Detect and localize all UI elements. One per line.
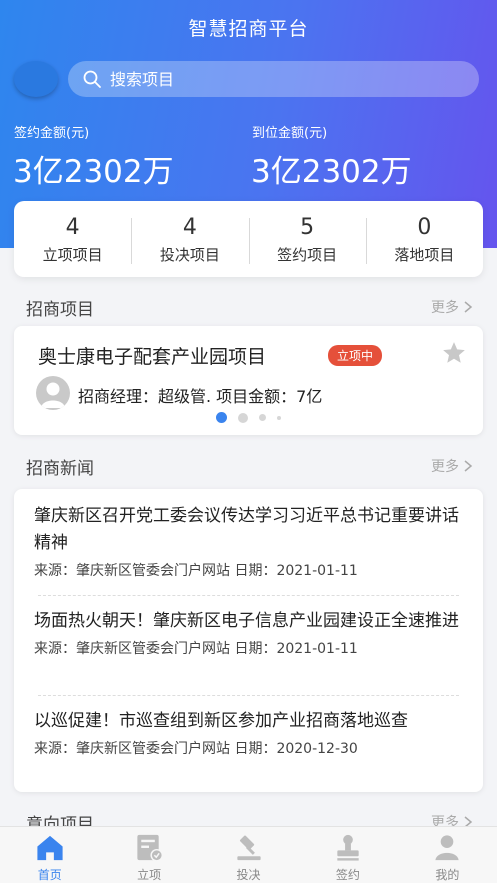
user-avatar[interactable] <box>14 61 58 97</box>
arrived-amount-value: 3亿2302万 <box>251 154 412 190</box>
stat-number: 4 <box>65 214 80 240</box>
bottom-tab-bar: 首页 立项 投决 签约 我的 <box>0 826 497 883</box>
more-link[interactable]: 更多 <box>431 456 473 476</box>
tab-label: 投决 <box>236 868 261 882</box>
search-icon <box>83 70 101 88</box>
tab-label: 首页 <box>37 868 62 882</box>
carousel-dot[interactable] <box>216 412 227 423</box>
manager-avatar <box>36 376 70 410</box>
tab-decision[interactable]: 投决 <box>199 827 298 883</box>
projects-section-header: 招商项目 更多 <box>0 295 497 320</box>
section-title: 招商新闻 <box>26 459 94 479</box>
project-card[interactable]: 奥士康电子配套产业园项目 立项中 招商经理：超级管. 项目金额：7亿 <box>14 326 483 435</box>
tab-home[interactable]: 首页 <box>0 827 99 883</box>
news-item[interactable]: 场面热火朝天！肇庆新区电子信息产业园建设正全速推进 来源：肇庆新区管委会门户网站… <box>14 596 483 695</box>
stat-signed[interactable]: 5 签约项目 <box>248 214 366 265</box>
tab-mine[interactable]: 我的 <box>398 827 497 883</box>
user-icon <box>435 835 459 861</box>
user-silhouette-icon <box>41 382 65 408</box>
status-badge: 立项中 <box>328 345 383 366</box>
section-title: 招商项目 <box>26 300 94 320</box>
stat-number: 5 <box>300 214 315 240</box>
news-item[interactable]: 以巡促建！市巡查组到新区参加产业招商落地巡查 来源：肇庆新区管委会门户网站 日期… <box>14 696 483 758</box>
stamp-icon <box>337 834 359 861</box>
carousel-dot[interactable] <box>238 412 248 423</box>
stat-approved[interactable]: 4 立项项目 <box>14 214 131 265</box>
carousel-dot[interactable] <box>259 414 266 421</box>
carousel-dot[interactable] <box>277 415 281 420</box>
signed-amount-value: 3亿2302万 <box>13 154 174 190</box>
news-title: 以巡促建！市巡查组到新区参加产业招商落地巡查 <box>34 711 408 731</box>
tab-label: 签约 <box>335 868 360 882</box>
news-title: 场面热火朝天！肇庆新区电子信息产业园建设正全速推进 <box>34 611 459 631</box>
app-title: 智慧招商平台 <box>188 18 309 40</box>
signed-amount-label: 签约金额(元) <box>14 126 90 141</box>
more-label: 更多 <box>431 300 459 316</box>
arrived-amount-label: 到位金额(元) <box>252 126 328 141</box>
gavel-icon <box>236 835 261 861</box>
tab-sign[interactable]: 签约 <box>298 827 397 883</box>
star-icon[interactable] <box>441 340 467 366</box>
news-meta: 来源：肇庆新区管委会门户网站 日期：2021-01-11 <box>34 563 358 579</box>
news-title: 肇庆新区召开党工委会议传达学习习近平总书记重要讲话精神 <box>34 506 459 553</box>
news-item[interactable]: 肇庆新区召开党工委会议传达学习习近平总书记重要讲话精神 来源：肇庆新区管委会门户… <box>14 503 483 595</box>
news-meta: 来源：肇庆新区管委会门户网站 日期：2020-12-30 <box>34 741 358 757</box>
project-info: 招商经理：超级管. 项目金额：7亿 <box>78 387 323 406</box>
checklist-icon <box>137 834 164 862</box>
carousel-indicator <box>14 412 483 423</box>
stat-landed[interactable]: 0 落地项目 <box>365 214 483 265</box>
search-input[interactable] <box>110 69 410 89</box>
news-meta: 来源：肇庆新区管委会门户网站 日期：2021-01-11 <box>34 641 358 657</box>
more-link[interactable]: 更多 <box>431 297 473 317</box>
chevron-right-icon <box>464 301 473 313</box>
stat-number: 0 <box>417 214 432 240</box>
home-icon <box>37 835 63 861</box>
chevron-right-icon <box>464 460 473 472</box>
more-label: 更多 <box>431 459 459 475</box>
search-bar[interactable] <box>68 61 479 97</box>
stat-number: 4 <box>182 214 197 240</box>
tab-label: 我的 <box>435 868 460 882</box>
stat-decision[interactable]: 4 投决项目 <box>131 214 248 265</box>
news-card: 肇庆新区召开党工委会议传达学习习近平总书记重要讲话精神 来源：肇庆新区管委会门户… <box>14 489 483 792</box>
news-section-header: 招商新闻 更多 <box>0 454 497 479</box>
stat-label: 落地项目 <box>394 245 455 264</box>
stat-label: 立项项目 <box>42 245 103 264</box>
stats-card: 4 立项项目 4 投决项目 5 签约项目 0 落地项目 <box>14 201 483 277</box>
stat-label: 签约项目 <box>277 245 338 264</box>
tab-label: 立项 <box>137 868 162 882</box>
project-name: 奥士康电子配套产业园项目 <box>38 346 267 368</box>
tab-approve[interactable]: 立项 <box>99 827 198 883</box>
stat-label: 投决项目 <box>159 245 220 264</box>
